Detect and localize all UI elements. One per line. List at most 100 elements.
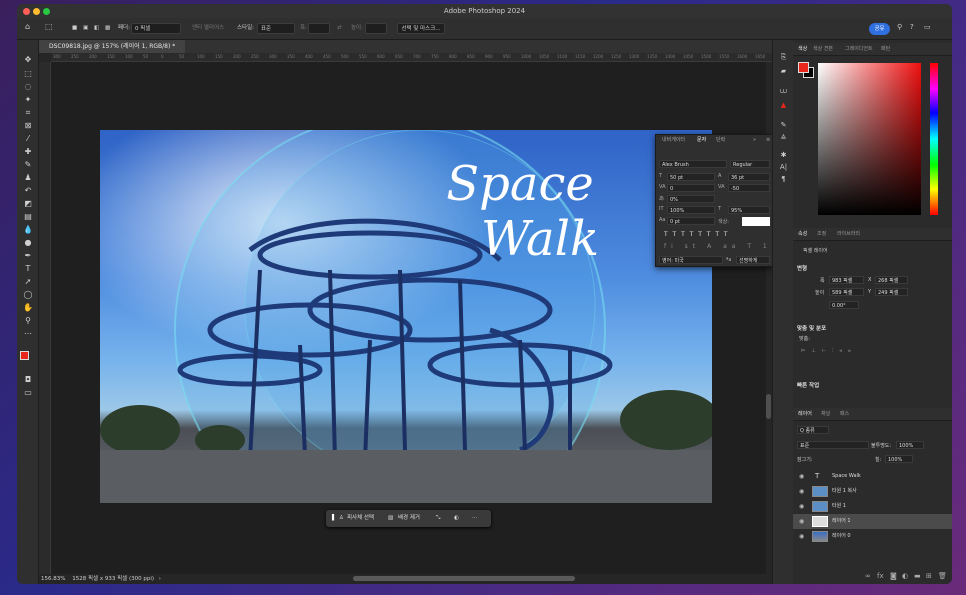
visibility-icon[interactable]: ◉	[799, 514, 804, 529]
path-select-tool-icon[interactable]: ➚	[20, 276, 36, 287]
crop-tool-icon[interactable]: ⌗	[20, 107, 36, 118]
transform-icon[interactable]: ⤡	[436, 513, 440, 524]
visibility-icon[interactable]: ◉	[799, 499, 804, 514]
remove-background-button[interactable]: 배경 제거	[398, 513, 420, 524]
tab-paths[interactable]: 패스	[840, 408, 849, 421]
type-tool-icon[interactable]: T	[20, 263, 36, 274]
text-color-swatch[interactable]	[742, 217, 770, 226]
angle-field[interactable]: 0.00°	[829, 301, 859, 309]
quick-mask-icon[interactable]: ◘	[20, 374, 36, 385]
shape-tool-icon[interactable]: ◯	[20, 289, 36, 300]
tab-layers[interactable]: 레이어	[798, 408, 812, 421]
more-tools-icon[interactable]: ⋯	[20, 328, 36, 339]
adjust-icon[interactable]: ◐	[454, 513, 459, 524]
fill-field[interactable]: 100%	[885, 455, 913, 463]
taskbar-handle[interactable]: ▌	[332, 513, 336, 524]
font-family-select[interactable]: Alex Brush	[659, 160, 727, 168]
leading-input[interactable]: 36 pt	[728, 173, 770, 181]
blur-tool-icon[interactable]: 💧	[20, 224, 36, 235]
brush-settings-icon[interactable]: ✎	[777, 120, 790, 130]
color-picker-field[interactable]	[818, 63, 921, 215]
style-select[interactable]: 표준	[257, 23, 295, 34]
visibility-icon[interactable]: ◉	[799, 529, 804, 544]
eyedropper-tool-icon[interactable]: ⁄	[20, 133, 36, 144]
status-chevron-icon[interactable]: ›	[159, 576, 161, 582]
tab-color[interactable]: 색상	[798, 43, 807, 56]
add-selection-icon[interactable]: ▣	[83, 23, 88, 34]
space-text[interactable]: Space	[446, 156, 594, 212]
layer-name[interactable]: Space Walk	[832, 469, 861, 484]
kerning-input[interactable]: 0	[667, 184, 715, 192]
dodge-tool-icon[interactable]: ●	[20, 237, 36, 248]
vertical-scale-input[interactable]: 100%	[667, 206, 715, 214]
new-layer-icon[interactable]: ⊞	[926, 572, 932, 580]
text-style-buttons[interactable]: TTTTTTTT	[664, 231, 733, 238]
zoom-window-button[interactable]	[43, 8, 50, 15]
hue-slider[interactable]	[930, 63, 938, 215]
adjustment-icon[interactable]: ≙	[777, 133, 790, 143]
opacity-field[interactable]: 100%	[896, 441, 924, 449]
font-size-input[interactable]: 50 pt	[667, 173, 715, 181]
baseline-input[interactable]: 0 pt	[667, 217, 715, 225]
tab-adjustments[interactable]: 조정	[817, 228, 826, 241]
visibility-icon[interactable]: ◉	[799, 469, 804, 484]
tracking-input[interactable]: -50	[728, 184, 770, 192]
align-section[interactable]: 맞춤 및 분포	[797, 324, 826, 332]
antialias-select[interactable]: 선명하게	[736, 256, 770, 264]
width-input[interactable]	[308, 23, 330, 34]
layer-name[interactable]: 레이어 1	[832, 514, 851, 529]
horizontal-scrollbar[interactable]	[353, 576, 575, 581]
more-options-icon[interactable]: ⋯	[472, 513, 478, 524]
delete-layer-icon[interactable]: 🗑	[938, 572, 947, 580]
tab-channels[interactable]: 채널	[821, 408, 830, 421]
feather-input[interactable]: 0 픽셀	[131, 23, 181, 34]
search-icon[interactable]: ⚲	[897, 22, 902, 33]
adjustment-layer-icon[interactable]: ◐	[902, 572, 908, 580]
layer-name[interactable]: 타원 1	[832, 499, 846, 514]
antialias-checkbox[interactable]: 앤티 앨리어스	[192, 23, 224, 34]
layer-row-shape[interactable]: ◉ 타원 1	[793, 499, 952, 514]
panel-collapse-icon[interactable]: »	[753, 135, 756, 146]
magic-wand-tool-icon[interactable]: ✦	[20, 94, 36, 105]
visibility-icon[interactable]: ◉	[799, 484, 804, 499]
font-style-select[interactable]: Regular	[730, 160, 770, 168]
panel-foreground-swatch[interactable]	[798, 62, 809, 73]
walk-text[interactable]: Walk	[481, 211, 599, 267]
share-button[interactable]: 공유	[869, 23, 890, 35]
tab-swatches[interactable]: 색상 견본	[813, 43, 833, 56]
link-layers-icon[interactable]: ∞	[865, 572, 871, 580]
brush-tool-icon[interactable]: ✎	[20, 159, 36, 170]
comments-panel-icon[interactable]: ▰	[777, 66, 790, 76]
fx-icon[interactable]: fx	[877, 572, 884, 580]
frame-tool-icon[interactable]: ⊠	[20, 120, 36, 131]
new-selection-icon[interactable]: ■	[72, 23, 77, 34]
new-group-icon[interactable]: ▬	[914, 572, 921, 580]
warning-icon[interactable]: ▲	[777, 100, 790, 110]
tab-character[interactable]: 문자	[697, 135, 706, 146]
pen-tool-icon[interactable]: ✒	[20, 250, 36, 261]
settings-icon[interactable]: ✱	[777, 150, 790, 160]
layer-name[interactable]: 타원 1 복사	[832, 484, 857, 499]
blend-mode-select[interactable]: 표준	[797, 441, 869, 449]
history-brush-tool-icon[interactable]: ↶	[20, 185, 36, 196]
screen-mode-icon[interactable]: ▭	[20, 387, 36, 398]
stamp-tool-icon[interactable]: ♟	[20, 172, 36, 183]
history-panel-icon[interactable]: ⎘	[777, 52, 790, 62]
zoom-level[interactable]: 156.83%	[41, 576, 65, 582]
layer-name[interactable]: 레이어 0	[832, 529, 851, 544]
select-subject-button[interactable]: 피사체 선택	[347, 513, 374, 524]
swap-icon[interactable]: ⇄	[337, 23, 342, 34]
select-and-mask-button[interactable]: 선택 및 마스크...	[397, 23, 445, 34]
hand-tool-icon[interactable]: ✋	[20, 302, 36, 313]
healing-brush-tool-icon[interactable]: ✚	[20, 146, 36, 157]
subtract-selection-icon[interactable]: ◧	[94, 23, 99, 34]
foreground-color-swatch[interactable]	[20, 351, 29, 360]
paragraph-panel-icon[interactable]: ¶	[777, 174, 790, 184]
close-window-button[interactable]	[23, 8, 30, 15]
lasso-tool-icon[interactable]: ◌	[20, 81, 36, 92]
y-field[interactable]: 249 픽셀	[875, 288, 908, 296]
align-buttons[interactable]: ⊨⊥⊢⫶⫷⫸	[801, 348, 857, 354]
add-mask-icon[interactable]: ◙	[890, 572, 897, 580]
marquee-tool-icon[interactable]: ⬚	[45, 21, 53, 32]
tsume-input[interactable]: 0%	[667, 195, 715, 203]
